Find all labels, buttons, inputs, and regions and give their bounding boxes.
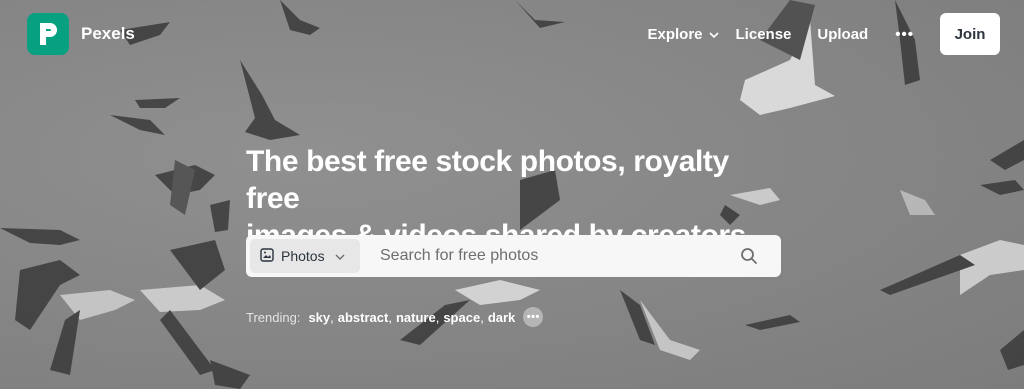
trending-link-abstract[interactable]: abstract	[338, 310, 389, 325]
search-input[interactable]	[380, 247, 731, 265]
pexels-logo-icon	[27, 13, 69, 55]
nav-explore[interactable]: Explore	[647, 25, 719, 43]
trending-link-dark[interactable]: dark	[488, 310, 515, 325]
trending-link-sky[interactable]: sky	[308, 310, 330, 325]
media-type-label: Photos	[281, 248, 325, 264]
separator: ,	[330, 309, 334, 325]
separator: ,	[435, 309, 440, 325]
hero-title-line-1: The best free stock photos, royalty free	[246, 145, 729, 215]
trending-searches: Trending: sky, abstract, nature, space, …	[246, 307, 544, 327]
search-icon[interactable]	[731, 238, 767, 274]
separator: ,	[480, 309, 484, 325]
trending-label: Trending:	[246, 309, 301, 325]
brand-name: Pexels	[81, 24, 135, 43]
nav-upload[interactable]: Upload	[817, 26, 868, 43]
trending-more-icon[interactable]: •••	[523, 307, 544, 327]
hero-section: The best free stock photos, royalty free…	[246, 143, 786, 327]
trending-link-space[interactable]: space	[443, 310, 480, 325]
media-type-dropdown[interactable]: Photos	[250, 239, 360, 273]
chevron-down-icon	[335, 248, 345, 264]
more-menu-icon[interactable]: •••	[895, 26, 914, 43]
nav-explore-label: Explore	[647, 25, 703, 43]
image-icon	[260, 247, 274, 265]
join-button[interactable]: Join	[940, 13, 1000, 55]
chevron-down-icon	[708, 26, 719, 43]
top-navigation-bar: Pexels Explore License Upload ••• Join	[0, 0, 1024, 68]
main-nav: Explore License Upload ••• Join	[647, 13, 1000, 55]
nav-license[interactable]: License	[736, 26, 792, 43]
trending-link-nature[interactable]: nature	[396, 310, 436, 325]
separator: ,	[388, 309, 392, 325]
search-bar: Photos	[246, 235, 781, 277]
pexels-logo[interactable]: Pexels	[27, 13, 135, 55]
